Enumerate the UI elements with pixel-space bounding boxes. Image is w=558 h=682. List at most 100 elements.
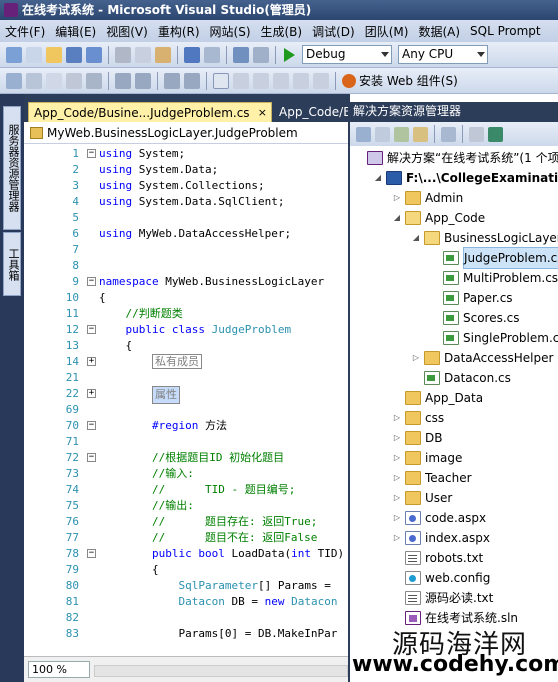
expand-arrow-icon[interactable]: ▷ [392,408,402,428]
tree-item[interactable]: ▷ Admin [392,188,463,208]
toolbox-tab[interactable]: 工具箱 [3,232,21,296]
copy-icon[interactable] [135,46,151,63]
menu-refactor[interactable]: 重构(R) [153,23,205,40]
tree-item[interactable]: Datacon.cs [411,368,511,388]
collapse-outline-icon[interactable]: − [87,149,96,158]
type-navigation-bar[interactable]: MyWeb.BusinessLogicLayer.JudgeProblem [24,122,348,144]
expand-arrow-icon[interactable]: ▷ [392,528,402,548]
code-line[interactable]: 71 [24,434,348,450]
open-file-icon[interactable] [46,46,62,63]
collapse-arrow-icon[interactable]: ◢ [373,168,383,188]
expand-arrow-icon[interactable]: ▷ [392,448,402,468]
indent-icon[interactable] [135,72,151,89]
code-line[interactable]: 72− //根据题目ID 初始化题目 [24,450,348,466]
tree-item[interactable]: Paper.cs [430,288,513,308]
solution-platform-select[interactable]: Any CPU [398,45,488,64]
tree-item[interactable]: web.config [392,568,490,588]
code-line[interactable]: 8 [24,258,348,274]
close-icon[interactable]: × [258,103,267,122]
code-line[interactable]: 1− using System; [24,146,348,162]
menu-view[interactable]: 视图(V) [101,23,153,40]
expand-outline-icon[interactable]: + [87,389,96,398]
code-line[interactable]: 76 // 题目存在: 返回True; [24,514,348,530]
horizontal-scrollbar[interactable] [94,665,348,677]
tree-item[interactable]: ▷ css [392,408,444,428]
code-line[interactable]: 75 //输出: [24,498,348,514]
menu-edit[interactable]: 编辑(E) [50,23,101,40]
tree-item[interactable]: ◢ App_Code [392,208,485,228]
start-debugging-icon[interactable] [284,47,295,62]
menu-sql-prompt[interactable]: SQL Prompt [465,24,546,38]
show-all-files-icon[interactable] [375,126,390,142]
bookmark-icon[interactable] [213,72,229,89]
outdent-icon[interactable] [115,72,131,89]
code-line[interactable]: 83 Params[0] = DB.MakeInPar [24,626,348,642]
add-item-icon[interactable] [26,46,42,63]
tree-item[interactable]: ▷ DB [392,428,442,448]
comment-icon[interactable] [164,72,180,89]
copy-web-site-icon[interactable] [469,126,484,142]
install-web-components-button[interactable]: 安装 Web 组件(S) [342,72,458,89]
code-line[interactable]: 4 using System.Data.SqlClient; [24,194,348,210]
code-line[interactable]: 12− public class JudgeProblem [24,322,348,338]
tab-judgeproblem-cs[interactable]: App_Code/Busine...JudgeProblem.cs × [28,102,272,122]
refresh-icon[interactable] [394,126,409,142]
tree-item[interactable]: ▷ Teacher [392,468,472,488]
aspnet-config-icon[interactable] [488,126,503,142]
new-project-icon[interactable] [6,46,22,63]
tree-item[interactable]: 源码必读.txt [392,588,493,608]
expand-arrow-icon[interactable]: ▷ [411,348,421,368]
view-designer-icon[interactable] [441,126,456,142]
code-line[interactable]: 22 + 属性 [24,386,348,404]
tree-item[interactable]: ▷ code.aspx [392,508,486,528]
paste-icon[interactable] [155,46,171,63]
expand-arrow-icon[interactable]: ▷ [392,508,402,528]
tree-item[interactable]: ◢ F:\...\CollegeExamination_ [373,168,558,188]
tree-item[interactable]: ◢ BusinessLogicLayer [411,228,558,248]
code-line[interactable]: 2 using System.Data; [24,162,348,178]
code-line[interactable]: 3 using System.Collections; [24,178,348,194]
menu-data[interactable]: 数据(A) [413,23,465,40]
font-icon[interactable] [66,72,82,89]
code-line[interactable]: 77 // 题目不在: 返回False [24,530,348,546]
tree-item[interactable]: JudgeProblem.cs [430,247,558,269]
uncomment-icon[interactable] [184,72,200,89]
expand-arrow-icon[interactable]: ▷ [392,188,402,208]
format-icon[interactable] [86,72,102,89]
tree-item[interactable]: ▷ User [392,488,452,508]
code-line[interactable]: 11 //判断题类 [24,306,348,322]
expand-arrow-icon[interactable]: ▷ [392,428,402,448]
tree-item[interactable]: MultiProblem.cs [430,268,558,288]
code-line[interactable]: 5 [24,210,348,226]
tree-item[interactable]: ▷ image [392,448,462,468]
expand-outline-icon[interactable]: + [87,357,96,366]
code-line[interactable]: 74 // TID - 题目编号; [24,482,348,498]
code-line[interactable]: 10 { [24,290,348,306]
prev-bookmark-icon[interactable] [233,72,249,89]
code-line[interactable]: 6 using MyWeb.DataAccessHelper; [24,226,348,242]
zoom-select[interactable]: 100 % [28,661,90,678]
cut-icon[interactable] [115,46,131,63]
menu-file[interactable]: 文件(F) [0,23,50,40]
collapse-outline-icon[interactable]: − [87,325,96,334]
code-line[interactable]: 82 [24,610,348,626]
save-all-icon[interactable] [86,46,102,63]
collapse-outline-icon[interactable]: − [87,421,96,430]
collapse-outline-icon[interactable]: − [87,549,96,558]
expand-arrow-icon[interactable]: ▷ [392,488,402,508]
code-line[interactable]: 14 + 私有成员 [24,354,348,370]
menu-team[interactable]: 团队(M) [360,23,414,40]
nest-related-files-icon[interactable] [413,126,428,142]
pointer-icon[interactable] [46,72,62,89]
redo-icon[interactable] [204,46,220,63]
clear-bookmarks-icon[interactable] [313,72,329,89]
code-area[interactable]: 1− using System; 2 using System.Data; 3 using… [24,146,348,656]
code-line[interactable]: 73 //输入: [24,466,348,482]
menu-website[interactable]: 网站(S) [205,23,256,40]
expand-arrow-icon[interactable]: ▷ [392,468,402,488]
server-explorer-tab[interactable]: 服务器资源管理器 [3,106,21,230]
undo-icon[interactable] [184,46,200,63]
find-icon[interactable] [26,72,42,89]
menu-debug[interactable]: 调试(D) [307,23,360,40]
tree-item[interactable]: ▷ index.aspx [392,528,490,548]
